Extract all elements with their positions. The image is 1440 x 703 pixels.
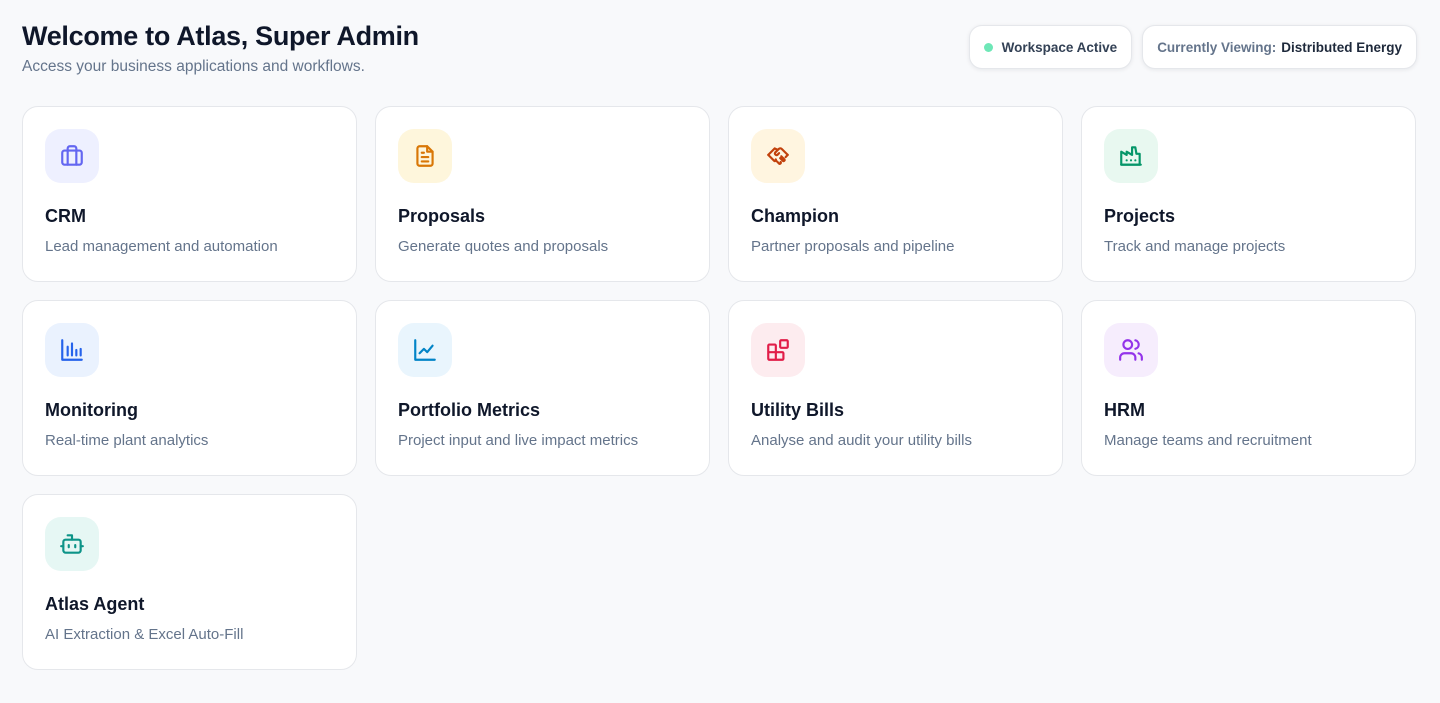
app-title: Projects — [1104, 206, 1176, 226]
app-card-champion[interactable]: Champion Partner proposals and pipeline — [728, 106, 1063, 282]
app-icon-container — [45, 129, 99, 183]
app-icon-container — [398, 323, 452, 377]
factory-icon — [1120, 146, 1142, 166]
app-title: Atlas Agent — [45, 594, 145, 614]
workspace-status-badge: Workspace Active — [968, 25, 1133, 69]
app-title: HRM — [1104, 400, 1145, 420]
app-description: Real-time plant analytics — [45, 432, 209, 449]
app-icon-container — [751, 323, 805, 377]
app-description: AI Extraction & Excel Auto-Fill — [45, 626, 244, 643]
app-card-projects[interactable]: Projects Track and manage projects — [1081, 106, 1416, 282]
app-card-monitoring[interactable]: Monitoring Real-time plant analytics — [22, 300, 357, 476]
app-card-proposals[interactable]: Proposals Generate quotes and proposals — [375, 106, 710, 282]
app-description: Project input and live impact metrics — [398, 432, 639, 449]
page-header: Welcome to Atlas, Super Admin Access you… — [22, 20, 419, 77]
line-chart-icon — [414, 339, 436, 361]
app-card-crm[interactable]: CRM Lead management and automation — [22, 106, 357, 282]
app-title: CRM — [45, 206, 86, 226]
app-card-hrm[interactable]: HRM Manage teams and recruitment — [1081, 300, 1416, 476]
app-icon-container — [751, 129, 805, 183]
page-title: Welcome to Atlas, Super Admin — [22, 21, 419, 51]
bar-chart-icon — [61, 339, 83, 361]
app-card-atlas-agent[interactable]: Atlas Agent AI Extraction & Excel Auto-F… — [22, 494, 357, 670]
app-icon-container — [1104, 129, 1158, 183]
app-description: Manage teams and recruitment — [1104, 432, 1312, 449]
currently-viewing-value: Distributed Energy — [1281, 39, 1402, 55]
app-title: Monitoring — [45, 400, 138, 420]
app-card-utility-bills[interactable]: Utility Bills Analyse and audit your uti… — [728, 300, 1063, 476]
app-title: Proposals — [398, 206, 486, 226]
page-subtitle: Access your business applications and wo… — [22, 58, 365, 75]
handshake-icon — [767, 147, 789, 165]
blocks-icon — [767, 339, 789, 361]
briefcase-icon — [61, 145, 83, 166]
app-title: Utility Bills — [751, 400, 845, 420]
app-description: Lead management and automation — [45, 238, 278, 255]
document-icon — [416, 145, 434, 167]
app-description: Track and manage projects — [1104, 238, 1286, 255]
app-icon-container — [45, 323, 99, 377]
app-description: Generate quotes and proposals — [398, 238, 609, 255]
app-icon-container — [45, 517, 99, 571]
app-card-portfolio-metrics[interactable]: Portfolio Metrics Project input and live… — [375, 300, 710, 476]
app-title: Portfolio Metrics — [398, 400, 541, 420]
app-icon-container — [398, 129, 452, 183]
currently-viewing-label: Currently Viewing: — [1157, 39, 1277, 55]
app-grid: CRM Lead management and automation Propo… — [22, 106, 1416, 670]
app-description: Partner proposals and pipeline — [751, 238, 955, 255]
app-icon-container — [1104, 323, 1158, 377]
header-badges: Workspace Active Currently Viewing: Dist… — [968, 25, 1417, 69]
app-title: Champion — [751, 206, 839, 226]
bot-icon — [60, 534, 84, 554]
workspace-status-text: Workspace Active — [1001, 39, 1118, 55]
users-icon — [1119, 339, 1143, 361]
currently-viewing-badge[interactable]: Currently Viewing: Distributed Energy — [1142, 25, 1417, 69]
app-description: Analyse and audit your utility bills — [751, 432, 972, 449]
status-dot — [983, 42, 993, 52]
